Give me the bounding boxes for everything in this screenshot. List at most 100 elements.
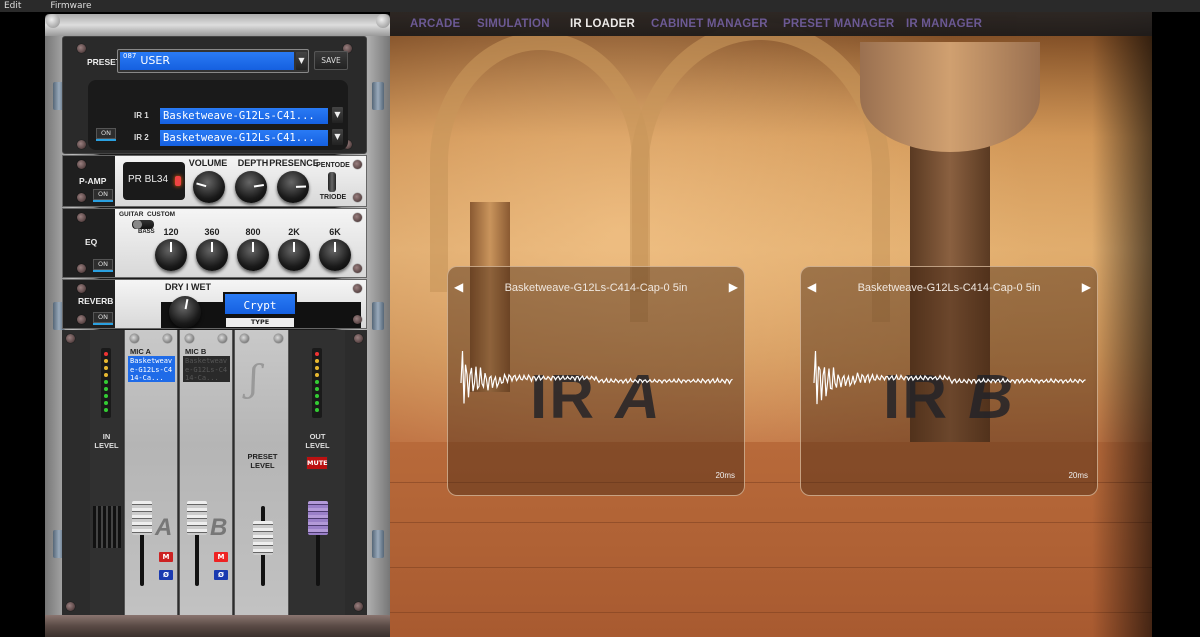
ir1-label: IR 1 bbox=[134, 111, 149, 120]
preset-dropdown-icon[interactable]: ▼ bbox=[296, 52, 307, 70]
in-level-meter bbox=[101, 348, 111, 418]
rack-latch bbox=[372, 302, 384, 330]
eq-mode-switch[interactable] bbox=[132, 220, 154, 229]
ir-a-waveform bbox=[460, 350, 733, 404]
menu-firmware[interactable]: Firmware bbox=[50, 1, 91, 11]
eq-mode-bass-label: BASS bbox=[138, 229, 155, 235]
tube-name: PR BL34 bbox=[128, 174, 169, 185]
reverb-type-display[interactable]: Crypt bbox=[223, 292, 297, 316]
ir1-dropdown-icon[interactable]: ▼ bbox=[332, 107, 343, 123]
preset-level-strip: ʃ PRESET LEVEL bbox=[234, 330, 289, 615]
menu-edit[interactable]: Edit bbox=[4, 1, 21, 11]
mic-a-phase-button[interactable]: Ø bbox=[159, 570, 173, 580]
fader-out-handle[interactable] bbox=[308, 501, 328, 535]
eq-360-knob[interactable] bbox=[196, 239, 228, 271]
fader-a-handle[interactable] bbox=[132, 501, 152, 535]
volume-knob[interactable] bbox=[193, 171, 225, 203]
eq-800-label: 800 bbox=[245, 227, 261, 237]
fader-a-letter: A bbox=[155, 514, 173, 541]
depth-knob[interactable] bbox=[235, 171, 267, 203]
eq-side: EQ ON bbox=[63, 209, 115, 277]
ir-loader-slots: IR 1 Basketweave-G12Ls-C41... ▼ IR 2 Bas… bbox=[88, 80, 348, 150]
dry-wet-label: DRY I WET bbox=[164, 282, 211, 292]
mixer-section: IN LEVEL MIC A Basketweave-G12Ls-C414-Ca… bbox=[62, 330, 367, 615]
preset-selector[interactable]: 087 USER ▼ bbox=[117, 49, 309, 73]
rack-latch bbox=[372, 82, 384, 110]
preset-level-label: PRESET LEVEL bbox=[247, 452, 278, 470]
eq-120-label: 120 bbox=[163, 227, 179, 237]
volume-label: VOLUME bbox=[188, 158, 228, 168]
eq-120-knob[interactable] bbox=[155, 239, 187, 271]
in-level-grille bbox=[93, 506, 121, 548]
brand-logo-icon: ʃ bbox=[249, 359, 259, 400]
ir-a-waveform-line bbox=[460, 350, 733, 404]
tube-display[interactable]: PR BL34 bbox=[123, 162, 185, 200]
eq-panel: EQ ON GUITAR CUSTOM BASS 120 360 800 2K … bbox=[62, 208, 367, 278]
ir-a-panel: ◀ Basketweave-G12Ls-C414-Cap-0 5in ▶ IR … bbox=[447, 266, 745, 496]
mic-a-strip: MIC A Basketweave-G12Ls-C414-Ca... A M Ø bbox=[124, 330, 178, 615]
ir2-dropdown-icon[interactable]: ▼ bbox=[332, 129, 343, 145]
save-button[interactable]: SAVE bbox=[314, 51, 348, 70]
pentode-triode-switch[interactable] bbox=[328, 172, 336, 192]
scene-arch bbox=[430, 32, 650, 292]
reverb-label: REVERB bbox=[78, 296, 114, 306]
eq-on-button[interactable]: ON bbox=[93, 259, 113, 272]
triode-label: TRIODE bbox=[319, 194, 347, 201]
scene-capital bbox=[860, 42, 1040, 152]
rack-corner bbox=[46, 14, 60, 28]
mic-b-phase-button[interactable]: Ø bbox=[214, 570, 228, 580]
ir2-label: IR 2 bbox=[134, 133, 149, 142]
rack-corner bbox=[376, 14, 390, 28]
ir-on-button[interactable]: ON bbox=[96, 128, 116, 141]
out-level-label: OUT LEVEL bbox=[305, 432, 330, 450]
preset-number: 087 bbox=[123, 52, 137, 60]
tab-preset-manager[interactable]: PRESET MANAGER bbox=[783, 12, 894, 36]
reverb-side: REVERB ON bbox=[63, 280, 115, 328]
ir1-display[interactable]: Basketweave-G12Ls-C41... bbox=[160, 108, 328, 124]
in-level-strip: IN LEVEL bbox=[90, 330, 123, 615]
mic-b-display[interactable]: Basketweave-G12Ls-C414-Ca... bbox=[183, 356, 230, 382]
top-nav: ARCADE SIMULATION IR LOADER CABINET MANA… bbox=[390, 12, 1152, 36]
rack-bottom-rail bbox=[45, 615, 390, 637]
preset-display[interactable]: 087 USER bbox=[120, 52, 294, 70]
eq-2k-knob[interactable] bbox=[278, 239, 310, 271]
mic-a-mute-button[interactable]: M bbox=[159, 552, 173, 562]
out-level-strip: OUT LEVEL MUTE bbox=[290, 330, 345, 615]
pamp-label: P-AMP bbox=[79, 176, 107, 186]
mic-b-label: MIC B bbox=[185, 347, 207, 356]
ir2-display[interactable]: Basketweave-G12Ls-C41... bbox=[160, 130, 328, 146]
eq-2k-label: 2K bbox=[288, 227, 300, 237]
ir-b-time-label: 20ms bbox=[1068, 471, 1088, 480]
eq-mode-custom-label: CUSTOM bbox=[147, 211, 176, 218]
eq-label: EQ bbox=[85, 237, 98, 247]
rack-top-rail bbox=[45, 14, 390, 36]
tab-ir-manager[interactable]: IR MANAGER bbox=[906, 12, 982, 36]
tab-cabinet-manager[interactable]: CABINET MANAGER bbox=[651, 12, 768, 36]
eq-mode-guitar-label: GUITAR bbox=[119, 211, 144, 218]
presence-label: PRESENCE bbox=[269, 158, 319, 168]
fader-preset-handle[interactable] bbox=[253, 521, 273, 555]
tab-simulation[interactable]: SIMULATION bbox=[477, 12, 550, 36]
ir-b-waveform-line bbox=[813, 350, 1086, 405]
tab-arcade[interactable]: ARCADE bbox=[410, 12, 460, 36]
dry-wet-knob[interactable] bbox=[169, 296, 201, 328]
eq-800-knob[interactable] bbox=[237, 239, 269, 271]
depth-label: DEPTH bbox=[237, 158, 269, 168]
reverb-on-button[interactable]: ON bbox=[93, 312, 113, 325]
presence-knob[interactable] bbox=[277, 171, 309, 203]
pamp-side: P-AMP ON bbox=[63, 156, 115, 206]
pamp-on-button[interactable]: ON bbox=[93, 189, 113, 202]
preset-name: USER bbox=[140, 54, 171, 67]
out-level-meter bbox=[312, 348, 322, 418]
rack-latch bbox=[372, 530, 384, 558]
ir-b-panel: ◀ Basketweave-G12Ls-C414-Cap-0 5in ▶ IR … bbox=[800, 266, 1098, 496]
preset-panel: PRESET 087 USER ▼ SAVE IR 1 Basketweave-G… bbox=[62, 36, 367, 154]
reverb-panel: REVERB ON DRY I WET Crypt TYPE bbox=[62, 279, 367, 329]
in-level-label: IN LEVEL bbox=[94, 432, 119, 450]
fader-b-handle[interactable] bbox=[187, 501, 207, 535]
out-mute-button[interactable]: MUTE bbox=[306, 456, 328, 470]
mic-b-mute-button[interactable]: M bbox=[214, 552, 228, 562]
mic-a-display[interactable]: Basketweave-G12Ls-C414-Ca... bbox=[128, 356, 175, 382]
eq-6k-knob[interactable] bbox=[319, 239, 351, 271]
tab-ir-loader[interactable]: IR LOADER bbox=[570, 12, 635, 36]
